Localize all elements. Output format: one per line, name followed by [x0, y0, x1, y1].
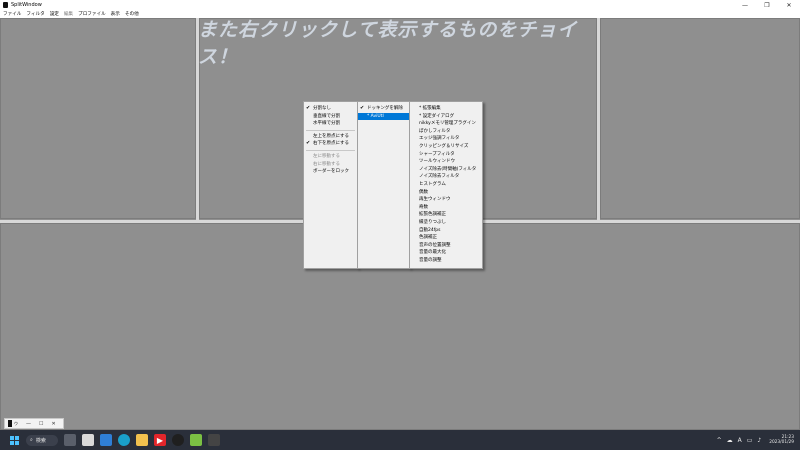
menu-item-label: ドッキングを解除: [367, 106, 403, 111]
menu-item-window[interactable]: 偶数: [410, 189, 482, 197]
menu-item-window[interactable]: ぼかしフィルタ: [410, 128, 482, 136]
menu-item-window[interactable]: nikkyメモリ管理プラグイン: [410, 120, 482, 128]
minimize-button[interactable]: —: [734, 0, 756, 10]
volume-icon[interactable]: ♪: [757, 437, 761, 444]
preview-minimize-icon[interactable]: —: [26, 421, 31, 427]
task-view-icon[interactable]: [64, 434, 76, 446]
network-icon[interactable]: ▭: [747, 437, 753, 444]
menu-item-window[interactable]: ツールウィンドウ: [410, 158, 482, 166]
menu-item-vertical-split[interactable]: 垂直線で分割: [304, 113, 357, 121]
preview-maximize-icon[interactable]: ☐: [39, 421, 43, 427]
app-icon-dark[interactable]: [172, 434, 184, 446]
windows-start-icon[interactable]: [8, 434, 20, 446]
menu-item-undock[interactable]: ✔ ドッキングを解除: [358, 105, 409, 113]
title-bar: SplitWindow — ❐ ✕: [0, 0, 800, 10]
search-icon: ⌕: [30, 437, 33, 443]
menu-item-label: 左に移動する: [313, 153, 340, 159]
menu-separator: [306, 149, 355, 151]
clock[interactable]: 21:23 2023/01/29: [769, 435, 794, 446]
search-label: 検索: [35, 437, 46, 444]
menu-item-label: ボーダーをロック: [313, 169, 349, 175]
taskbar-preview[interactable]: ウ — ☐ ✕: [4, 418, 64, 429]
menu-item-lock-border[interactable]: ボーダーをロック: [304, 168, 357, 176]
ime-indicator[interactable]: A: [738, 437, 742, 444]
maximize-button[interactable]: ❐: [756, 0, 778, 10]
menu-item-window[interactable]: 音量の最大化: [410, 249, 482, 257]
system-tray: ^ ☁ A ▭ ♪ 21:23 2023/01/29: [712, 435, 800, 446]
menu-item-window[interactable]: 再生ウィンドウ: [410, 196, 482, 204]
context-menu-layout: ✔ 分割なし 垂直線で分割 水平線で分割 左上を原点にする ✔ 右下を原点にする 左…: [303, 101, 358, 269]
context-menu-docking: ✔ ドッキングを解除 * AviUtl: [357, 101, 410, 269]
menu-item-no-split[interactable]: ✔ 分割なし: [304, 105, 357, 113]
preview-label: ウ: [14, 420, 18, 426]
check-icon: ✔: [360, 105, 365, 111]
check-icon: ✔: [306, 140, 311, 147]
cloud-icon[interactable]: ☁: [727, 437, 733, 444]
menu-item-window[interactable]: 奇数: [410, 204, 482, 212]
menu-item-move-right[interactable]: 右に移動する: [304, 161, 357, 169]
menu-item-window[interactable]: ヒストグラム: [410, 181, 482, 189]
aviutl-icon[interactable]: [208, 434, 220, 446]
menu-item-window[interactable]: 拡張色調補正: [410, 211, 482, 219]
menu-item-window[interactable]: * 拡張編集: [410, 105, 482, 113]
edge-icon[interactable]: [118, 434, 130, 446]
menu-item-move-left[interactable]: 左に移動する: [304, 153, 357, 161]
menu-item-label: 水平線で分割: [313, 121, 340, 127]
menu-item-label: 右下を原点にする: [313, 141, 350, 147]
menu-item-origin-bottom-right[interactable]: ✔ 右下を原点にする: [304, 140, 357, 148]
menu-item-window[interactable]: ノイズ除去フィルタ: [410, 173, 482, 181]
youtube-icon[interactable]: ▶: [154, 434, 166, 446]
app-icon-blue[interactable]: [100, 434, 112, 446]
menu-item-window[interactable]: 色調補正: [410, 234, 482, 242]
menu-item-horizontal-split[interactable]: 水平線で分割: [304, 120, 357, 128]
hint-banner: また右クリックして表示するものをチョイス！: [198, 19, 578, 68]
menu-item-window[interactable]: 自動24fps: [410, 227, 482, 235]
menu-item-window[interactable]: 音声の位置調整: [410, 242, 482, 250]
window-controls: — ❐ ✕: [734, 0, 800, 10]
menu-other[interactable]: その他: [125, 11, 139, 17]
pane-top-right[interactable]: [600, 18, 800, 219]
taskbar-search[interactable]: ⌕ 検索: [26, 434, 58, 446]
check-icon: ✔: [306, 105, 311, 111]
menu-edit[interactable]: 編集: [64, 11, 73, 17]
app-icon-green[interactable]: [190, 434, 202, 446]
menu-separator: [306, 129, 355, 131]
menu-profile[interactable]: プロファイル: [78, 11, 106, 17]
menu-item-origin-top-left[interactable]: 左上を原点にする: [304, 133, 357, 141]
menu-item-label: 右に移動する: [313, 161, 340, 167]
menu-item-label: 垂直線で分割: [313, 113, 340, 119]
menu-filter[interactable]: フィルタ: [26, 11, 44, 17]
menu-item-label: 左上を原点にする: [313, 133, 350, 139]
menu-item-aviutl[interactable]: * AviUtl: [358, 112, 409, 121]
app-icon: [3, 2, 8, 8]
menu-item-window[interactable]: シャープフィルタ: [410, 151, 482, 159]
menu-item-window[interactable]: 縁塗りつぶし: [410, 219, 482, 227]
menu-item-label: 分割なし: [313, 106, 331, 111]
pane-top-left[interactable]: [0, 18, 196, 219]
window-title: SplitWindow: [11, 2, 42, 8]
menu-item-window[interactable]: ノイズ除去(時間軸)フィルタ: [410, 166, 482, 174]
context-menu-windows: * 拡張編集 * 設定ダイアログ nikkyメモリ管理プラグイン ぼかしフィルタ…: [409, 101, 483, 269]
windows-logo-icon: [9, 435, 19, 445]
menu-file[interactable]: ファイル: [3, 11, 21, 17]
file-explorer-icon[interactable]: [136, 434, 148, 446]
chevron-up-icon[interactable]: ^: [717, 437, 722, 444]
preview-close-icon[interactable]: ✕: [51, 421, 55, 427]
app-icon: [8, 420, 12, 427]
menu-item-window[interactable]: * 設定ダイアログ: [410, 113, 482, 121]
store-icon[interactable]: [82, 434, 94, 446]
clock-date: 2023/01/29: [769, 440, 794, 445]
menu-item-window[interactable]: 音量の調整: [410, 257, 482, 265]
taskbar: ⌕ 検索 ▶ ^ ☁ A ▭ ♪ 21:23 2023/01/29: [0, 430, 800, 450]
close-button[interactable]: ✕: [778, 0, 800, 10]
menu-item-window[interactable]: クリッピング＆リサイズ: [410, 143, 482, 151]
menu-settings[interactable]: 設定: [50, 11, 59, 17]
menu-item-label: * AviUtl: [367, 113, 384, 119]
menu-item-window[interactable]: エッジ強調フィルタ: [410, 135, 482, 143]
menu-view[interactable]: 表示: [111, 11, 120, 17]
